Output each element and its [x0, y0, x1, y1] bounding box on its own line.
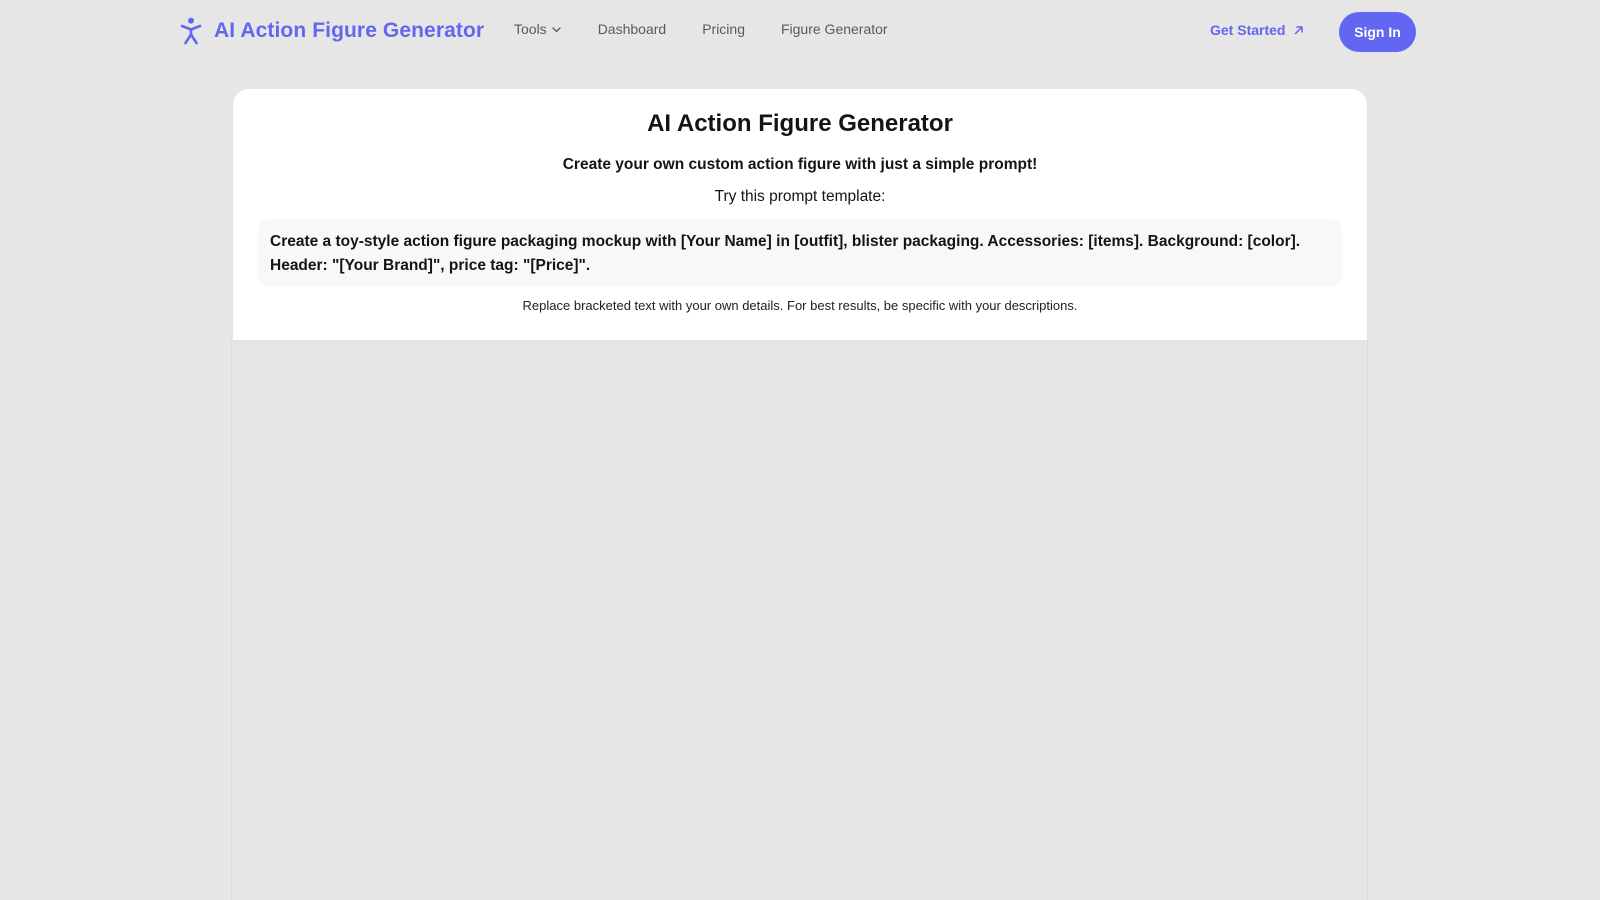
- get-started-link[interactable]: Get Started: [1210, 22, 1305, 38]
- brand-logo-link[interactable]: AI Action Figure Generator: [178, 16, 484, 46]
- page-subtitle: Create your own custom action figure wit…: [562, 156, 1038, 173]
- top-navigation-bar: AI Action Figure Generator Tools Dashboa…: [0, 0, 1600, 64]
- nav-item-figure-generator[interactable]: Figure Generator: [781, 21, 888, 37]
- get-started-label: Get Started: [1210, 22, 1286, 38]
- arrow-up-right-icon: [1293, 24, 1305, 36]
- accessibility-figure-icon: [178, 16, 204, 46]
- chevron-down-icon: [552, 25, 562, 35]
- prompt-template-box[interactable]: Create a toy-style action figure packagi…: [258, 219, 1342, 287]
- page-title: AI Action Figure Generator: [647, 110, 953, 137]
- prompt-template-label: Try this prompt template:: [714, 188, 886, 205]
- brand-name: AI Action Figure Generator: [214, 19, 485, 42]
- nav-item-tools[interactable]: Tools: [514, 21, 562, 37]
- nav-item-pricing[interactable]: Pricing: [702, 21, 745, 37]
- nav-item-tools-label: Tools: [514, 21, 547, 37]
- prompt-hint-text: Replace bracketed text with your own det…: [522, 298, 1078, 313]
- sign-in-button[interactable]: Sign In: [1339, 12, 1416, 52]
- generator-content-area: [231, 340, 1368, 900]
- main-nav: Tools Dashboard Pricing Figure Generator: [514, 21, 888, 37]
- generator-intro-card: AI Action Figure Generator Create your o…: [233, 89, 1367, 340]
- nav-item-dashboard[interactable]: Dashboard: [598, 21, 667, 37]
